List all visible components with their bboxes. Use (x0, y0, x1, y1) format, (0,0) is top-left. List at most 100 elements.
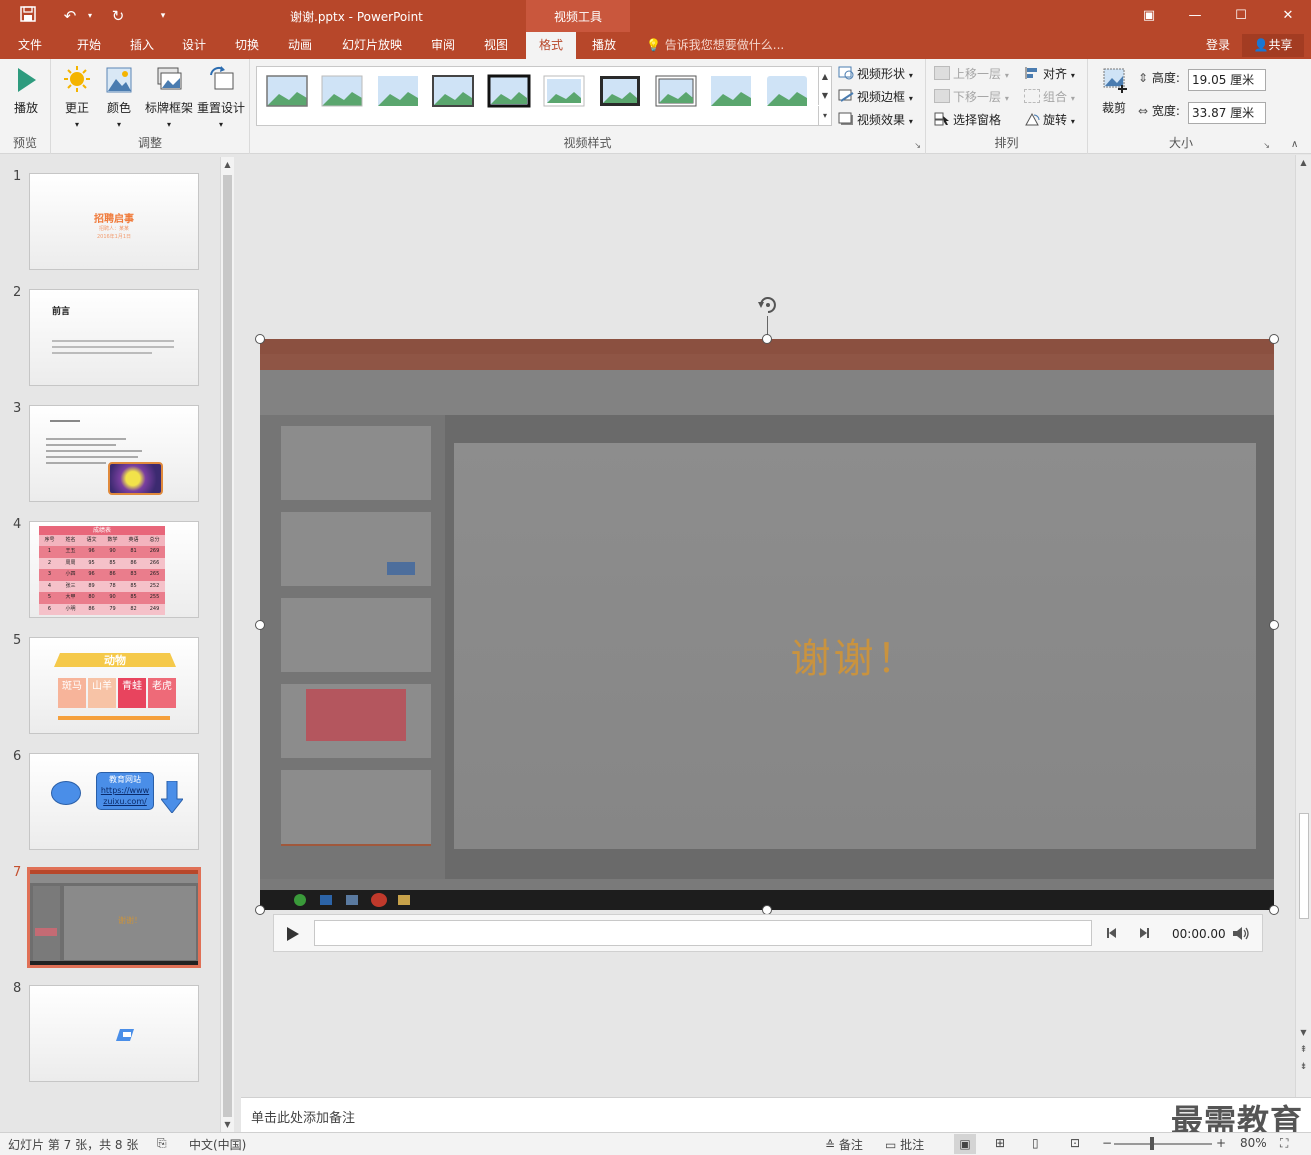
resize-handle-bottom-right[interactable] (1269, 905, 1279, 915)
maximize-icon[interactable]: ☐ (1229, 4, 1253, 28)
redo-icon[interactable]: ↻ (108, 6, 128, 26)
scroll-thumb[interactable] (1299, 813, 1309, 919)
slideshow-view-icon[interactable]: ⊡ (1070, 1136, 1080, 1150)
share-button[interactable]: 👤共享 (1242, 34, 1304, 57)
video-styles-launcher-icon[interactable]: ↘ (914, 141, 921, 150)
collapse-ribbon-icon[interactable]: ∧ (1291, 139, 1298, 150)
crop-button[interactable]: 裁剪 (1090, 65, 1138, 116)
slide-thumb-8[interactable] (29, 985, 199, 1082)
gallery-scroll-down-icon[interactable]: ▼ (818, 86, 831, 105)
tab-view[interactable]: 视图 (474, 32, 518, 59)
rotate-button[interactable]: 旋转 ▾ (1024, 110, 1075, 130)
tab-file[interactable]: 文件 (10, 32, 50, 59)
slide-thumb-3[interactable] (29, 405, 199, 502)
scroll-up-icon[interactable]: ▲ (1296, 155, 1311, 170)
rotate-handle-icon[interactable] (755, 292, 781, 318)
slide-thumb-7[interactable]: 谢谢！ (27, 867, 201, 968)
zoom-slider-track[interactable] (1114, 1143, 1212, 1145)
reset-design-button[interactable]: 重置设计 ▾ (193, 65, 249, 130)
video-style-thumb-7[interactable] (598, 74, 642, 110)
resize-handle-top-right[interactable] (1269, 334, 1279, 344)
spell-check-icon[interactable]: ⎘ (157, 1136, 167, 1151)
bring-forward-button[interactable]: 上移一层 ▾ (934, 64, 1009, 84)
close-icon[interactable]: ✕ (1276, 4, 1300, 28)
video-style-thumb-2[interactable] (320, 74, 364, 110)
tab-home[interactable]: 开始 (66, 32, 112, 59)
normal-view-icon[interactable]: ▣ (954, 1134, 976, 1154)
zoom-level[interactable]: 80% (1240, 1136, 1267, 1150)
video-style-thumb-6[interactable] (542, 74, 586, 110)
size-launcher-icon[interactable]: ↘ (1263, 141, 1270, 150)
minimize-icon[interactable]: — (1183, 4, 1207, 28)
send-backward-button[interactable]: 下移一层 ▾ (934, 87, 1009, 107)
tab-review[interactable]: 审阅 (421, 32, 465, 59)
video-style-thumb-10[interactable] (765, 74, 809, 110)
slide-thumb-1[interactable]: 招聘启事 招聘人：某某 2016年1月1日 (29, 173, 199, 270)
slide-pane-scrollbar[interactable]: ▲ ▼ (220, 157, 234, 1132)
tell-me-search[interactable]: 💡 告诉我您想要做什么... (646, 32, 784, 59)
video-border-button[interactable]: 视频边框 ▾ (838, 87, 913, 107)
seek-bar[interactable] (314, 920, 1092, 946)
zoom-in-icon[interactable]: + (1216, 1136, 1226, 1150)
volume-icon[interactable] (1232, 926, 1250, 941)
editor-vertical-scrollbar[interactable]: ▲ ▼ ⇞ ⇟ (1295, 155, 1311, 1097)
scroll-down-icon[interactable]: ▼ (221, 1117, 234, 1132)
corrections-button[interactable]: 更正 ▾ (53, 65, 101, 130)
customize-qat-icon[interactable]: ▾ (153, 6, 173, 26)
language-indicator[interactable]: 中文(中国) (189, 1136, 246, 1153)
step-back-icon[interactable] (1106, 927, 1118, 939)
resize-handle-top-left[interactable] (255, 334, 265, 344)
slide-thumb-2[interactable]: 前言 (29, 289, 199, 386)
video-style-thumb-1[interactable] (265, 74, 309, 110)
undo-dropdown-icon[interactable]: ▾ (80, 6, 100, 26)
scroll-down-icon[interactable]: ▼ (1296, 1025, 1311, 1040)
scroll-thumb[interactable] (223, 175, 232, 1117)
gallery-scroll-up-icon[interactable]: ▲ (818, 67, 831, 86)
play-button[interactable]: 播放 (2, 65, 50, 116)
tab-design[interactable]: 设计 (172, 32, 216, 59)
width-input[interactable]: 33.87 厘米 (1188, 102, 1266, 124)
scroll-up-icon[interactable]: ▲ (221, 157, 234, 172)
video-shape-button[interactable]: 视频形状 ▾ (838, 64, 913, 84)
resize-handle-left[interactable] (255, 620, 265, 630)
tab-slideshow[interactable]: 幻灯片放映 (332, 32, 412, 59)
reading-view-icon[interactable]: ▯ (1032, 1136, 1039, 1150)
player-play-icon[interactable] (286, 926, 300, 942)
notes-toggle[interactable]: ≙ 备注 (825, 1136, 863, 1153)
tab-transitions[interactable]: 切换 (225, 32, 269, 59)
zoom-slider-thumb[interactable] (1150, 1137, 1154, 1150)
slide-thumb-5[interactable]: 动物 斑马 山羊 青蛙 老虎 (29, 637, 199, 734)
slide-thumb-6[interactable]: 教育网站 https://www zuixu.com/ (29, 753, 199, 850)
video-style-thumb-8[interactable] (654, 74, 698, 110)
resize-handle-right[interactable] (1269, 620, 1279, 630)
step-forward-icon[interactable] (1138, 927, 1150, 939)
ribbon-display-icon[interactable]: ▣ (1137, 4, 1161, 28)
selection-pane-button[interactable]: 选择窗格 (934, 110, 1001, 130)
undo-icon[interactable]: ↶ (60, 6, 80, 26)
color-button[interactable]: 颜色 ▾ (95, 65, 143, 130)
video-style-thumb-4[interactable] (431, 74, 475, 110)
comments-toggle[interactable]: ▭ 批注 (885, 1136, 924, 1153)
resize-handle-bottom-left[interactable] (255, 905, 265, 915)
fit-to-window-icon[interactable]: ⛶ (1280, 1136, 1288, 1151)
tab-insert[interactable]: 插入 (120, 32, 164, 59)
slide-sorter-icon[interactable]: ⊞ (995, 1136, 1005, 1150)
gallery-more-icon[interactable]: ▾ (818, 106, 831, 126)
save-icon[interactable] (18, 6, 38, 26)
tab-format[interactable]: 格式 (526, 32, 576, 59)
tab-playback[interactable]: 播放 (582, 32, 626, 59)
video-style-thumb-3[interactable] (376, 74, 420, 110)
height-input[interactable]: 19.05 厘米 (1188, 69, 1266, 91)
align-button[interactable]: 对齐 ▾ (1024, 64, 1075, 84)
video-style-thumb-9[interactable] (709, 74, 753, 110)
login-link[interactable]: 登录 (1206, 32, 1230, 59)
previous-slide-icon[interactable]: ⇞ (1296, 1043, 1311, 1058)
zoom-out-icon[interactable]: − (1102, 1136, 1112, 1150)
poster-frame-button[interactable]: 标牌框架 ▾ (141, 65, 197, 130)
notes-pane[interactable]: 单击此处添加备注 最需教育 (241, 1097, 1311, 1140)
next-slide-icon[interactable]: ⇟ (1296, 1060, 1311, 1075)
video-object[interactable]: 谢谢！ (260, 339, 1274, 910)
tab-animations[interactable]: 动画 (278, 32, 322, 59)
video-style-thumb-5[interactable] (487, 74, 531, 110)
group-objects-button[interactable]: 组合 ▾ (1024, 87, 1075, 107)
